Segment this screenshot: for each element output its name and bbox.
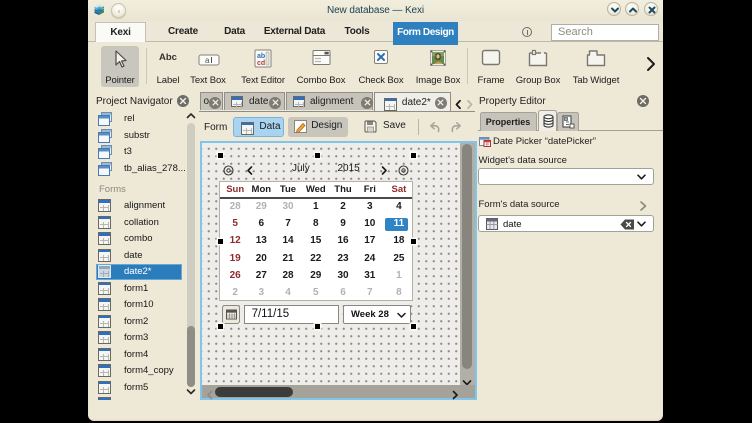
svg-text:a: a <box>205 56 210 65</box>
svg-text:cd: cd <box>257 60 265 67</box>
svg-text:ab: ab <box>257 53 265 60</box>
